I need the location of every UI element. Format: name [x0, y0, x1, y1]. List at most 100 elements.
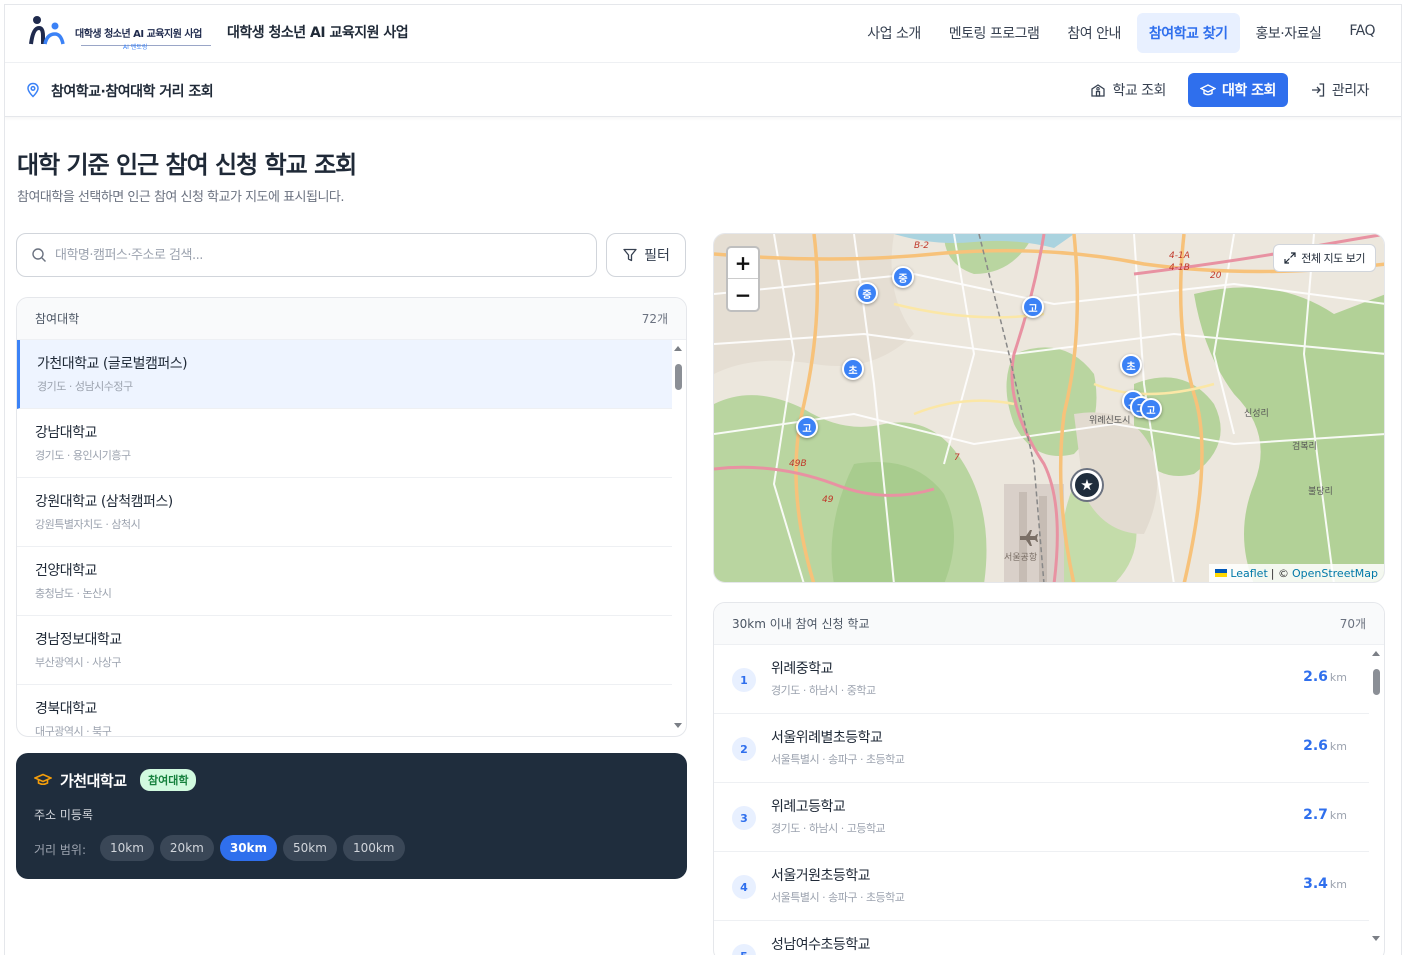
map-tiles[interactable]: 위례신도시 신성리 검복리 불당리 서울공항 49B 49 4-1A 4-1B … — [714, 234, 1385, 583]
list-item[interactable]: 건양대학교 충청남도 · 논산시 — [17, 547, 672, 616]
univ-lookup-label: 대학 조회 — [1221, 83, 1276, 99]
map-label-road-49b: 49B — [789, 459, 807, 469]
distance-unit: km — [1329, 740, 1347, 753]
selected-university-name: 가천대학교 — [60, 772, 127, 790]
nearby-list-scrollbar[interactable] — [1370, 649, 1382, 949]
menu-item-about[interactable]: 사업 소개 — [855, 13, 932, 53]
attribution-separator: | © — [1270, 566, 1289, 580]
distance-unit: km — [1329, 671, 1347, 684]
main-menu: 사업 소개 멘토링 프로그램 참여 안내 참여학교 찾기 홍보·자료실 FAQ — [855, 13, 1387, 53]
university-star-marker-icon[interactable]: ★ — [1072, 470, 1102, 500]
rank-badge: 3 — [732, 806, 756, 830]
scroll-up-icon[interactable] — [1372, 651, 1380, 656]
map-label-road-4-1b: 4-1B — [1169, 263, 1190, 273]
list-item[interactable]: 경남정보대학교 부산광역시 · 사상구 — [17, 616, 672, 685]
login-icon — [1311, 83, 1325, 97]
nearby-schools-count: 70개 — [1339, 617, 1366, 631]
osm-link[interactable]: OpenStreetMap — [1292, 567, 1378, 580]
list-item[interactable]: 강원대학교 (삼척캠퍼스) 강원특별자치도 · 삼척시 — [17, 478, 672, 547]
university-name: 경북대학교 — [35, 701, 97, 717]
scroll-thumb[interactable] — [675, 364, 682, 390]
range-chip-100km[interactable]: 100km — [342, 835, 405, 861]
page-subtitle: 참여대학을 선택하면 인근 참여 신청 학교가 지도에 표시됩니다. — [17, 190, 345, 205]
leaflet-link[interactable]: Leaflet — [1230, 567, 1267, 580]
full-map-label: 전체 지도 보기 — [1301, 252, 1365, 265]
map-label-sinsaeng: 신성리 — [1244, 408, 1269, 419]
distance-unit: km — [1329, 878, 1347, 891]
scroll-down-icon[interactable] — [674, 723, 682, 728]
list-item[interactable]: 1 위례중학교 경기도 · 하남시 · 중학교 2.6 km — [714, 645, 1369, 714]
zoom-out-button[interactable]: − — [728, 279, 758, 310]
status-badge: 참여대학 — [140, 769, 197, 791]
filter-icon — [623, 248, 637, 262]
admin-label: 관리자 — [1331, 83, 1370, 99]
school-name: 위례고등학교 — [771, 799, 846, 815]
search-box — [16, 233, 597, 277]
list-item[interactable]: 3 위례고등학교 경기도 · 하남시 · 고등학교 2.7 km — [714, 783, 1369, 852]
school-name: 서울위례별초등학교 — [771, 730, 883, 746]
full-map-button[interactable]: 전체 지도 보기 — [1273, 244, 1376, 272]
school-meta: 경기도 · 하남시 · 중학교 — [771, 684, 876, 697]
nearby-schools-header: 30km 이내 참여 신청 학교 70개 — [714, 603, 1384, 645]
school-marker-high[interactable]: 고 — [796, 416, 818, 438]
list-item[interactable]: 가천대학교 (글로벌캠퍼스) 경기도 · 성남시수정구 — [17, 340, 672, 409]
range-chip-30km[interactable]: 30km — [219, 835, 278, 861]
school-distance: 2.6 km — [1303, 669, 1347, 685]
university-list-scrollbar[interactable] — [672, 344, 684, 736]
school-marker-high[interactable]: 고 — [1022, 296, 1044, 318]
list-item[interactable]: 5 성남여수초등학교 — [714, 921, 1369, 955]
menu-item-find-school[interactable]: 참여학교 찾기 — [1136, 13, 1240, 53]
brand-title[interactable]: 대학생 청소년 AI 교육지원 사업 — [227, 22, 409, 42]
map-view[interactable]: 위례신도시 신성리 검복리 불당리 서울공항 49B 49 4-1A 4-1B … — [713, 233, 1385, 583]
range-chip-50km[interactable]: 50km — [283, 835, 337, 861]
range-chip-10km[interactable]: 10km — [100, 835, 154, 861]
school-marker-high[interactable]: 고 — [1140, 398, 1162, 420]
search-input[interactable] — [55, 247, 575, 263]
map-label-buldang: 불당리 — [1308, 486, 1333, 497]
university-region: 강원특별자치도 · 삼척시 — [35, 518, 141, 531]
selected-university-address: 주소 미등록 — [34, 808, 94, 822]
scroll-thumb[interactable] — [1373, 669, 1380, 695]
rank-badge: 1 — [732, 668, 756, 692]
university-region: 경기도 · 용인시기흥구 — [35, 449, 131, 462]
list-item[interactable]: 4 서울거원초등학교 서울특별시 · 송파구 · 초등학교 3.4 km — [714, 852, 1369, 921]
selected-university-card: 가천대학교 참여대학 주소 미등록 거리 범위: 10km 20km 30km … — [16, 753, 687, 879]
school-marker-elementary[interactable]: 초 — [842, 358, 864, 380]
university-name: 건양대학교 — [35, 563, 97, 579]
sub-title: 참여학교·참여대학 거리 조회 — [51, 84, 214, 100]
school-icon — [1091, 84, 1106, 97]
filter-label: 필터 — [644, 248, 670, 264]
list-item[interactable]: 경북대학교 대구광역시 · 북구 — [17, 685, 672, 736]
school-distance: 2.6 km — [1303, 738, 1347, 754]
school-marker-middle[interactable]: 중 — [892, 266, 914, 288]
zoom-in-button[interactable]: + — [728, 248, 758, 279]
scroll-down-icon[interactable] — [1372, 936, 1380, 941]
menu-item-resources[interactable]: 홍보·자료실 — [1244, 13, 1334, 53]
scroll-up-icon[interactable] — [674, 346, 682, 351]
school-marker-elementary[interactable]: 초 — [1120, 354, 1142, 376]
brand-logo-icon[interactable] — [27, 14, 67, 50]
menu-item-mentoring[interactable]: 멘토링 프로그램 — [937, 13, 1052, 53]
distance-unit: km — [1329, 809, 1347, 822]
map-label-road-7: 7 — [954, 453, 960, 463]
app-frame: 대학생 청소년 AI 교육지원 사업 AI 멘토링 대학생 청소년 AI 교육지… — [4, 4, 1402, 955]
ukraine-flag-icon — [1215, 569, 1228, 577]
map-label-road-20: 20 — [1210, 271, 1222, 281]
filter-button[interactable]: 필터 — [606, 233, 686, 277]
school-lookup-label: 학교 조회 — [1112, 83, 1166, 99]
map-label-airport: 서울공항 — [1004, 552, 1037, 563]
map-label-road-49: 49 — [822, 495, 834, 505]
univ-lookup-button[interactable]: 대학 조회 — [1187, 73, 1288, 107]
distance-value: 3.4 — [1303, 876, 1328, 892]
list-item[interactable]: 2 서울위례별초등학교 서울특별시 · 송파구 · 초등학교 2.6 km — [714, 714, 1369, 783]
admin-button[interactable]: 관리자 — [1298, 73, 1381, 107]
school-marker-middle[interactable]: 중 — [856, 282, 878, 304]
menu-item-faq[interactable]: FAQ — [1337, 13, 1387, 53]
lookup-actions: 학교 조회 대학 조회 관리자 — [1078, 73, 1381, 107]
school-lookup-button[interactable]: 학교 조회 — [1078, 73, 1177, 107]
graduation-cap-icon — [1199, 84, 1216, 96]
menu-item-participation[interactable]: 참여 안내 — [1055, 13, 1132, 53]
university-count: 72개 — [641, 312, 668, 326]
list-item[interactable]: 강남대학교 경기도 · 용인시기흥구 — [17, 409, 672, 478]
range-chip-20km[interactable]: 20km — [159, 835, 214, 861]
